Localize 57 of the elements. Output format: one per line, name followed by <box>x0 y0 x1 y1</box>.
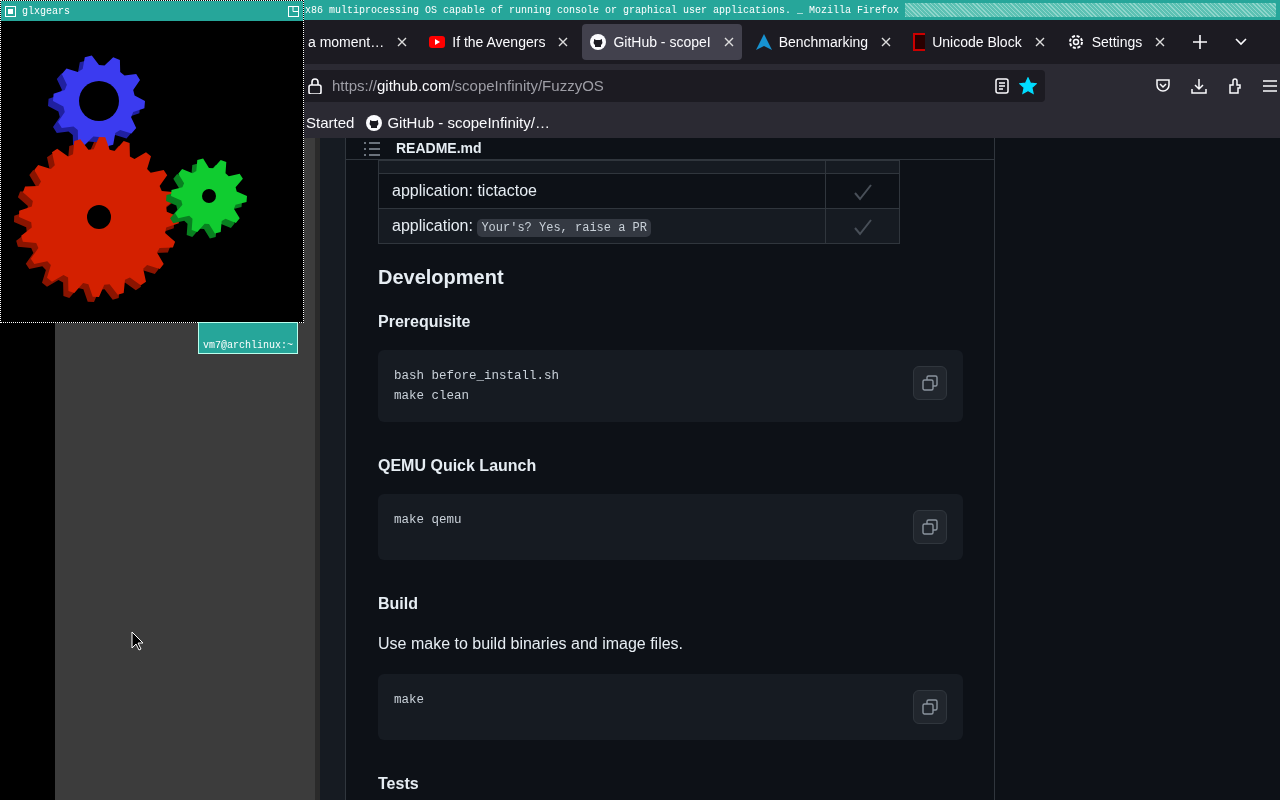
close-icon[interactable] <box>1155 37 1166 47</box>
window-menu-icon[interactable] <box>5 5 16 17</box>
window-title: x86 multiprocessing OS capable of running console or graphical user applications. _ Mozilla Firefox <box>305 3 900 18</box>
star-icon[interactable] <box>1019 77 1037 95</box>
lock-icon <box>308 78 322 94</box>
copy-icon <box>922 519 938 535</box>
mouse-cursor-icon <box>131 631 143 651</box>
cell-text: application: tictactoe <box>392 182 537 199</box>
close-icon[interactable] <box>723 37 734 47</box>
menu-icon[interactable] <box>1263 80 1277 92</box>
block-icon <box>913 33 926 51</box>
copy-button[interactable] <box>913 690 947 724</box>
copy-icon <box>922 699 938 715</box>
url-text: https://github.com/scopeInfinity/FuzzyOS <box>332 75 605 96</box>
download-icon[interactable] <box>1191 78 1207 94</box>
octocat-icon <box>366 115 383 131</box>
browser-tab[interactable]: GitHub - scopeI <box>582 24 742 60</box>
subsection-heading: Build <box>378 594 419 614</box>
subsection-heading: QEMU Quick Launch <box>378 456 538 476</box>
octocat-icon <box>590 34 607 50</box>
inline-code: Your's? Yes, raise a PR <box>477 219 652 237</box>
close-icon[interactable] <box>881 37 892 47</box>
section-heading: Development <box>378 265 505 290</box>
code-text: make <box>394 692 424 709</box>
reader-view-icon[interactable] <box>995 78 1009 94</box>
bookmark[interactable]: GitHub - scopeInfinity/… <box>366 111 550 135</box>
check-icon <box>852 182 873 201</box>
subsection-heading: Tests <box>378 774 420 794</box>
browser-tab[interactable]: a moment… <box>300 24 416 60</box>
puzzle-icon[interactable] <box>1227 78 1243 94</box>
copy-button[interactable] <box>913 366 947 400</box>
code-text: bash before_install.sh make clean <box>394 368 560 405</box>
bookmark[interactable]: Started <box>306 111 355 135</box>
chevron-down-icon[interactable] <box>1235 38 1248 46</box>
maximize-icon[interactable] <box>288 5 299 17</box>
play-icon <box>429 36 446 48</box>
browser-tab[interactable]: If the Avengers <box>421 24 577 60</box>
browser-tab[interactable]: Settings <box>1058 24 1174 60</box>
subsection-heading: Prerequisite <box>378 312 472 332</box>
browser-tab[interactable]: Benchmarking <box>747 24 900 60</box>
paragraph: Use make to build binaries and image files. <box>378 634 685 654</box>
cell-text: application: <box>392 217 474 234</box>
outline-icon[interactable] <box>364 141 380 156</box>
check-icon <box>852 217 873 236</box>
copy-icon <box>922 375 938 391</box>
pocket-icon[interactable] <box>1155 78 1171 94</box>
close-icon[interactable] <box>397 37 408 47</box>
browser-tab[interactable]: Unicode Block <box>905 24 1053 60</box>
copy-button[interactable] <box>913 510 947 544</box>
settings-icon <box>1066 33 1085 51</box>
close-icon[interactable] <box>558 37 569 47</box>
code-text: make qemu <box>394 512 462 529</box>
window-title: glxgears <box>22 4 71 19</box>
close-icon[interactable] <box>1034 37 1045 47</box>
triangle-icon <box>755 34 772 50</box>
plus-icon[interactable] <box>1193 35 1208 49</box>
readme-title: README.md <box>396 139 482 158</box>
